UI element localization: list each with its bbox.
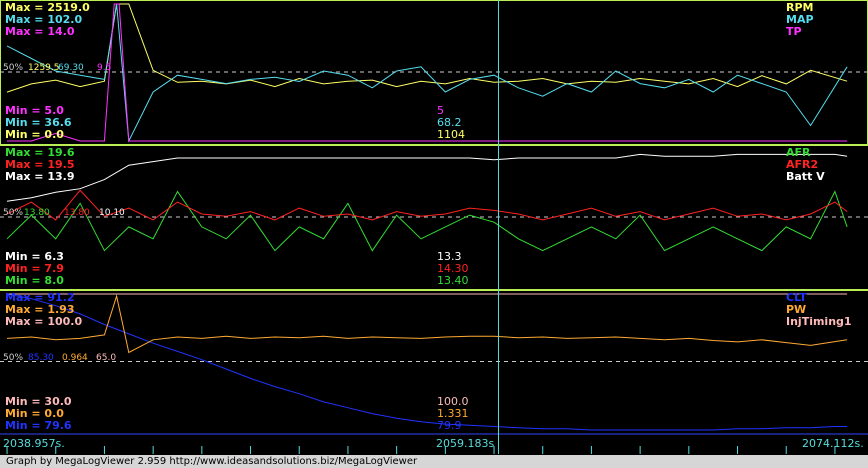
- panel2-mid-afr2: 13.80: [64, 208, 90, 218]
- legend-batt-text[interactable]: Batt V: [786, 171, 825, 183]
- cursor-afr-value: 13.40: [437, 274, 469, 287]
- series-afr2-line: [6, 189, 848, 221]
- panel2-mid-batt: 10.10: [99, 208, 125, 218]
- cursor-rpm-value: 1104: [437, 128, 465, 141]
- inj-max-label: Max = 100.0: [5, 315, 83, 328]
- clt-min-label: Min = 79.6: [5, 419, 72, 432]
- series-afr-line: [6, 190, 848, 252]
- tp-max-label: Max = 14.0: [5, 25, 75, 38]
- panel1-mid-map: 69.30: [58, 63, 84, 73]
- panel3-mid-label: 50%: [3, 353, 24, 363]
- cursor-clt-value: 79.9: [437, 419, 462, 432]
- legend-tp-text[interactable]: TP: [786, 26, 802, 38]
- rpm-min-label: Min = 0.0: [5, 128, 64, 141]
- series-pw-line: [6, 294, 848, 354]
- plot-canvas[interactable]: [0, 0, 868, 468]
- legend-inj-text[interactable]: InjTiming1: [786, 316, 852, 328]
- panel1-mid-tp: 9.5: [97, 63, 112, 73]
- panel3-mid-inj: 65.0: [96, 353, 117, 363]
- panel2-mid-label: 50%: [3, 208, 24, 218]
- footer-credit: Graph by MegaLogViewer 2.959 http://www.…: [0, 455, 868, 468]
- time-end-label: 2074.112s.: [802, 437, 864, 450]
- panel2-mid-afr: 13.80: [24, 208, 50, 218]
- time-cursor-label: 2059.183s: [436, 437, 495, 450]
- series-batt-v-line: [6, 153, 848, 202]
- series-rpm-line: [6, 3, 848, 93]
- batt-max-label: Max = 13.9: [5, 170, 75, 183]
- panel3-mid-pw: 0.964: [62, 353, 88, 363]
- megalogviewer-graph: Max = 2519.0 Max = 102.0 Max = 14.0 RPM …: [0, 0, 868, 468]
- panel1-mid-label: 50%: [3, 63, 24, 73]
- time-start-label: 2038.957s.: [3, 437, 65, 450]
- panel3-mid-clt: 85.30: [28, 353, 54, 363]
- afr-min-label: Min = 8.0: [5, 274, 64, 287]
- panel1-mid-rpm: 1259.5: [28, 63, 60, 73]
